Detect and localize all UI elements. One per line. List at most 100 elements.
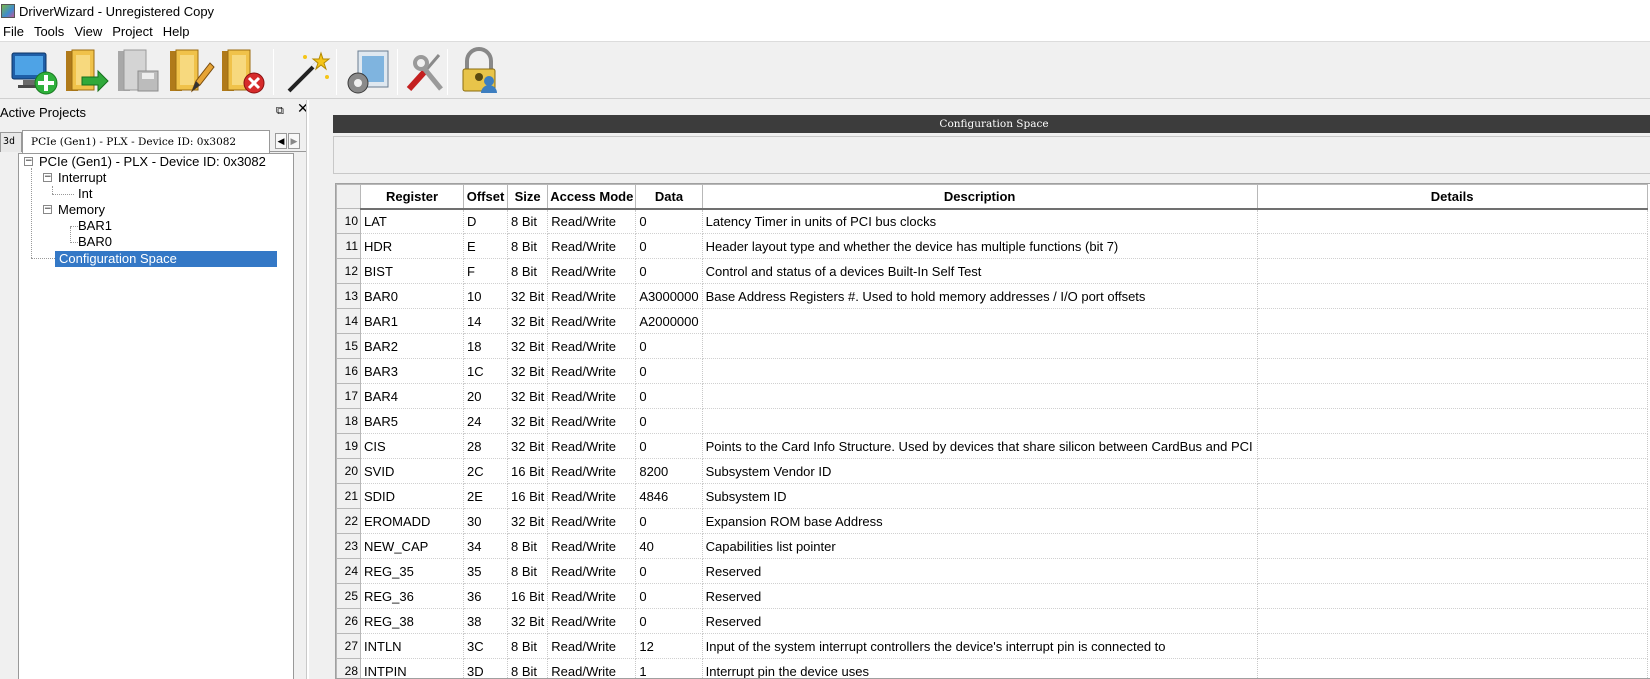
- cell-details[interactable]: [1257, 533, 1648, 559]
- cell-data[interactable]: 0: [635, 383, 703, 409]
- column-header-register[interactable]: Register: [360, 184, 464, 210]
- cell-access-mode[interactable]: Read/Write: [547, 258, 637, 284]
- cell-description[interactable]: Reserved: [702, 558, 1258, 584]
- table-row[interactable]: 28 INTPIN 3D 8 Bit Read/Write 1 Interrupt pin …: [336, 658, 1648, 678]
- close-project-button[interactable]: [218, 47, 268, 97]
- cell-offset[interactable]: 10: [463, 283, 508, 309]
- menu-help[interactable]: Help: [159, 24, 196, 39]
- cell-access-mode[interactable]: Read/Write: [547, 583, 637, 609]
- table-row[interactable]: 11 HDR E 8 Bit Read/Write 0 Header layout type…: [336, 233, 1648, 259]
- cell-details[interactable]: [1257, 508, 1648, 534]
- cell-description[interactable]: Expansion ROM base Address: [702, 508, 1258, 534]
- cell-description[interactable]: Header layout type and whether the devic…: [702, 233, 1258, 259]
- table-row[interactable]: 26 REG_38 38 32 Bit Read/Write 0 Reserved: [336, 608, 1648, 634]
- cell-register[interactable]: REG_36: [360, 583, 464, 609]
- cell-size[interactable]: 8 Bit: [507, 558, 549, 584]
- cell-size[interactable]: 8 Bit: [507, 533, 549, 559]
- cell-offset[interactable]: 18: [463, 333, 508, 359]
- cell-details[interactable]: [1257, 308, 1648, 334]
- table-row[interactable]: 13 BAR0 10 32 Bit Read/Write A3000000 Base Add…: [336, 283, 1648, 309]
- cell-access-mode[interactable]: Read/Write: [547, 358, 637, 384]
- table-row[interactable]: 15 BAR2 18 32 Bit Read/Write 0: [336, 333, 1648, 359]
- cell-details[interactable]: [1257, 633, 1648, 659]
- tree-item-bar1[interactable]: BAR1: [78, 218, 112, 234]
- table-row[interactable]: 21 SDID 2E 16 Bit Read/Write 4846 Subsystem ID: [336, 483, 1648, 509]
- cell-access-mode[interactable]: Read/Write: [547, 508, 637, 534]
- cell-offset[interactable]: 14: [463, 308, 508, 334]
- cell-register[interactable]: SVID: [360, 458, 464, 484]
- expand-root-icon[interactable]: −: [24, 157, 33, 166]
- cell-details[interactable]: [1257, 408, 1648, 434]
- cell-size[interactable]: 32 Bit: [507, 383, 549, 409]
- cell-access-mode[interactable]: Read/Write: [547, 383, 637, 409]
- cell-description[interactable]: Reserved: [702, 583, 1258, 609]
- cell-access-mode[interactable]: Read/Write: [547, 558, 637, 584]
- cell-access-mode[interactable]: Read/Write: [547, 408, 637, 434]
- cell-data[interactable]: 12: [635, 633, 703, 659]
- cell-details[interactable]: [1257, 583, 1648, 609]
- cell-details[interactable]: [1257, 383, 1648, 409]
- cell-offset[interactable]: E: [463, 233, 508, 259]
- cell-details[interactable]: [1257, 283, 1648, 309]
- cell-details[interactable]: [1257, 608, 1648, 634]
- cell-data[interactable]: 0: [635, 608, 703, 634]
- cell-description[interactable]: [702, 408, 1258, 434]
- column-header-size[interactable]: Size: [506, 184, 549, 210]
- cell-register[interactable]: CIS: [360, 433, 464, 459]
- cell-size[interactable]: 32 Bit: [507, 508, 549, 534]
- column-header-details[interactable]: Details: [1256, 184, 1648, 210]
- cell-access-mode[interactable]: Read/Write: [547, 633, 637, 659]
- cell-data[interactable]: A3000000: [635, 283, 703, 309]
- save-project-button[interactable]: [114, 47, 164, 97]
- cell-offset[interactable]: 1C: [463, 358, 508, 384]
- new-project-button[interactable]: [9, 47, 59, 97]
- cell-size[interactable]: 8 Bit: [507, 633, 549, 659]
- table-row[interactable]: 16 BAR3 1C 32 Bit Read/Write 0: [336, 358, 1648, 384]
- cell-offset[interactable]: 3D: [463, 658, 508, 678]
- cell-description[interactable]: Interrupt pin the device uses: [702, 658, 1258, 678]
- cell-size[interactable]: 32 Bit: [507, 308, 549, 334]
- tab-partial[interactable]: 3d: [0, 132, 22, 152]
- cell-data[interactable]: 0: [635, 433, 703, 459]
- cell-register[interactable]: REG_35: [360, 558, 464, 584]
- cell-data[interactable]: 0: [635, 258, 703, 284]
- cell-size[interactable]: 16 Bit: [507, 483, 549, 509]
- cell-size[interactable]: 8 Bit: [507, 258, 549, 284]
- cell-access-mode[interactable]: Read/Write: [547, 658, 637, 678]
- table-row[interactable]: 17 BAR4 20 32 Bit Read/Write 0: [336, 383, 1648, 409]
- cell-access-mode[interactable]: Read/Write: [547, 608, 637, 634]
- cell-data[interactable]: 0: [635, 508, 703, 534]
- cell-description[interactable]: Reserved: [702, 608, 1258, 634]
- cell-offset[interactable]: 20: [463, 383, 508, 409]
- table-row[interactable]: 10 LAT D 8 Bit Read/Write 0 Latency Timer in u…: [336, 208, 1648, 234]
- menu-tools[interactable]: Tools: [30, 24, 70, 39]
- cell-data[interactable]: 0: [635, 208, 703, 234]
- cell-details[interactable]: [1257, 658, 1648, 678]
- cell-size[interactable]: 16 Bit: [507, 583, 549, 609]
- table-row[interactable]: 25 REG_36 36 16 Bit Read/Write 0 Reserved: [336, 583, 1648, 609]
- column-header-offset[interactable]: Offset: [463, 184, 508, 210]
- table-row[interactable]: 23 NEW_CAP 34 8 Bit Read/Write 40 Capabilities…: [336, 533, 1648, 559]
- menu-project[interactable]: Project: [108, 24, 158, 39]
- cell-offset[interactable]: F: [463, 258, 508, 284]
- cell-access-mode[interactable]: Read/Write: [547, 433, 637, 459]
- cell-access-mode[interactable]: Read/Write: [547, 308, 637, 334]
- cell-register[interactable]: BIST: [360, 258, 464, 284]
- cell-details[interactable]: [1257, 483, 1648, 509]
- column-header-data[interactable]: Data: [635, 184, 703, 210]
- cell-register[interactable]: LAT: [360, 208, 464, 234]
- cell-data[interactable]: 40: [635, 533, 703, 559]
- tab-scroll-right-icon[interactable]: ▶: [288, 133, 300, 149]
- cell-offset[interactable]: 3C: [463, 633, 508, 659]
- cell-offset[interactable]: D: [463, 208, 508, 234]
- cell-access-mode[interactable]: Read/Write: [547, 233, 637, 259]
- cell-data[interactable]: A2000000: [635, 308, 703, 334]
- cell-access-mode[interactable]: Read/Write: [547, 333, 637, 359]
- table-row[interactable]: 14 BAR1 14 32 Bit Read/Write A2000000: [336, 308, 1648, 334]
- cell-details[interactable]: [1257, 358, 1648, 384]
- cell-register[interactable]: BAR2: [360, 333, 464, 359]
- cell-description[interactable]: Capabilities list pointer: [702, 533, 1258, 559]
- cell-details[interactable]: [1257, 458, 1648, 484]
- cell-data[interactable]: 0: [635, 408, 703, 434]
- cell-details[interactable]: [1257, 208, 1648, 234]
